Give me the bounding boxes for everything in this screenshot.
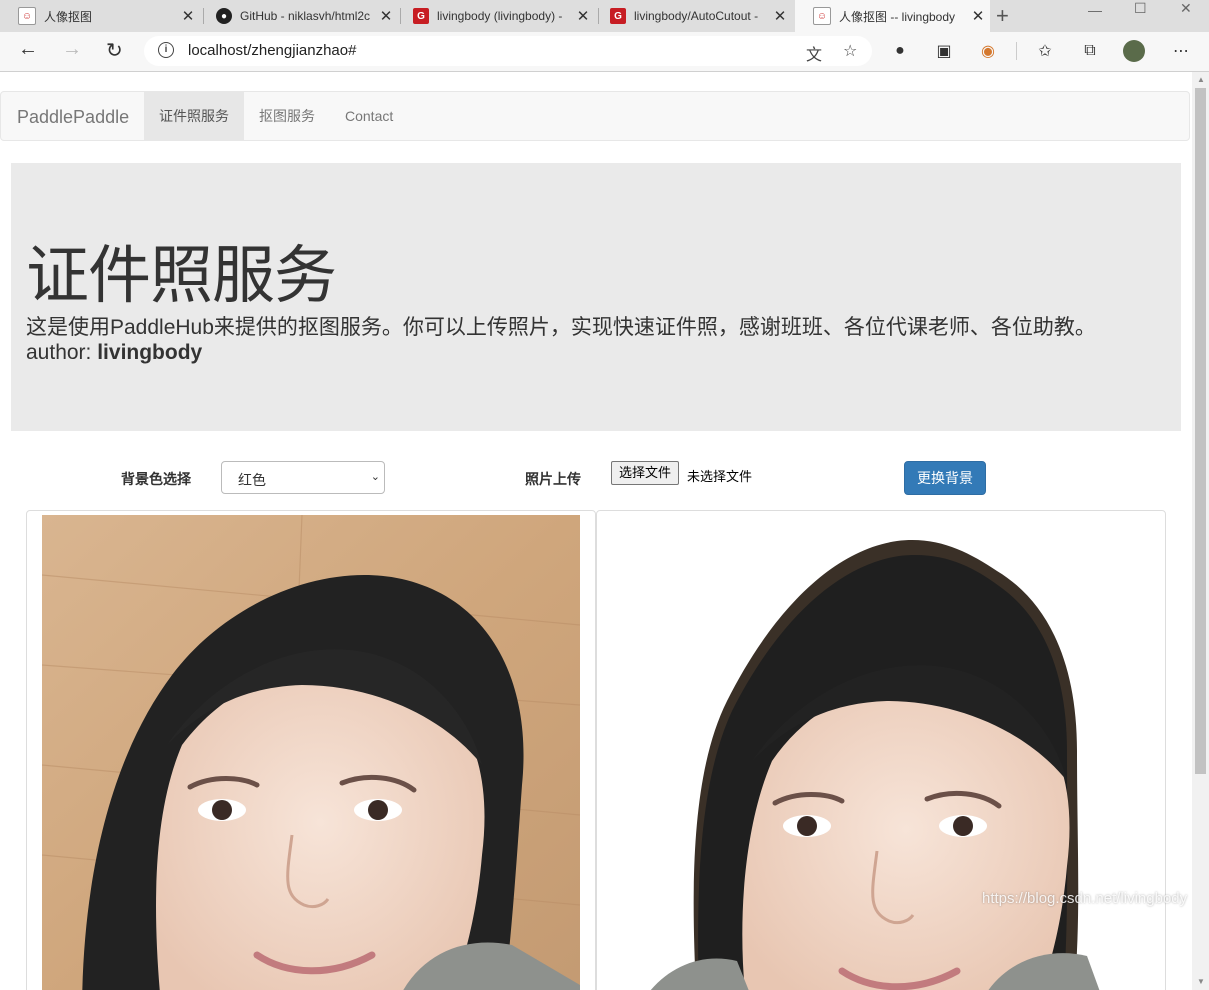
nav-link-cutout[interactable]: 抠图服务: [244, 92, 330, 140]
info-icon[interactable]: i: [158, 42, 174, 58]
address-bar: ← → ↻ i localhost/zhengjianzhao# 文 ☆ ● ▣…: [0, 32, 1209, 72]
url-field[interactable]: i localhost/zhengjianzhao# 文 ☆: [144, 36, 872, 66]
back-arrow-icon[interactable]: ←: [18, 38, 38, 61]
result-photo-panel: [596, 510, 1166, 990]
favorites-icon[interactable]: ✩: [1034, 40, 1056, 62]
toolbar-divider: [1016, 42, 1017, 60]
tab-title: 人像抠图 -- livingbody: [839, 9, 956, 24]
tiger-extension-icon[interactable]: ◉: [977, 40, 999, 62]
tab-close-icon[interactable]: ✕: [768, 7, 792, 25]
scroll-thumb[interactable]: [1195, 88, 1206, 774]
gitee-favicon-icon: G: [610, 8, 626, 24]
browser-tab[interactable]: ● GitHub - niklasvh/html2c ✕: [198, 0, 398, 32]
reload-icon[interactable]: ↻: [106, 38, 123, 63]
bg-color-label: 背景色选择: [121, 471, 191, 487]
original-photo: [42, 515, 580, 990]
collections-icon[interactable]: ⧉: [1079, 40, 1101, 62]
nav-link-id-photo[interactable]: 证件照服务: [144, 92, 244, 140]
page-viewport: PaddlePaddle 证件照服务 抠图服务 Contact 证件照服务 这是…: [0, 72, 1192, 990]
doll-favicon-icon: ☺: [813, 7, 831, 25]
chevron-down-icon: ⌄: [370, 471, 380, 483]
original-photo-panel: [26, 510, 596, 990]
tab-title: GitHub - niklasvh/html2c: [240, 9, 371, 23]
tab-title: 人像抠图: [44, 9, 93, 24]
page-scrollbar[interactable]: ▲ ▼: [1192, 72, 1209, 990]
favorite-star-icon[interactable]: ☆: [843, 41, 857, 61]
more-menu-icon[interactable]: ⋯: [1170, 40, 1192, 62]
bg-color-select[interactable]: 红色 ⌄: [221, 461, 385, 494]
choose-file-button[interactable]: 选择文件: [611, 461, 680, 485]
tab-title: livingbody/AutoCutout -: [634, 9, 759, 23]
navbar-brand[interactable]: PaddlePaddle: [17, 107, 129, 128]
author-name: livingbody: [97, 341, 203, 364]
scroll-up-arrow-icon[interactable]: ▲: [1197, 75, 1205, 84]
browser-tab[interactable]: ☺ 人像抠图 ✕: [0, 0, 200, 32]
hero-description: 这是使用PaddleHub来提供的抠图服务。你可以上传照片，实现快速证件照，感谢…: [26, 316, 1096, 339]
tab-close-icon[interactable]: ✕: [966, 7, 990, 25]
github-extension-icon[interactable]: ●: [889, 40, 911, 62]
browser-tab-active[interactable]: ☺ 人像抠图 -- livingbody ✕: [795, 0, 990, 32]
gitee-favicon-icon: G: [413, 8, 429, 24]
site-navbar: PaddlePaddle 证件照服务 抠图服务 Contact: [0, 91, 1190, 141]
scroll-down-arrow-icon[interactable]: ▼: [1197, 977, 1205, 986]
forward-arrow-icon[interactable]: →: [62, 38, 82, 61]
new-tab-icon[interactable]: +: [996, 3, 1009, 29]
browser-tab[interactable]: G livingbody (livingbody) - ✕: [395, 0, 595, 32]
maximize-icon[interactable]: ☐: [1134, 0, 1147, 17]
file-status-text: 未选择文件: [687, 469, 753, 484]
github-favicon-icon: ●: [216, 8, 232, 24]
author-prefix: author:: [26, 341, 98, 364]
nav-link-contact[interactable]: Contact: [330, 92, 408, 140]
hero-author: author: livingbody: [26, 341, 202, 365]
bg-color-selected: 红色: [238, 472, 266, 488]
hero-jumbotron: 证件照服务 这是使用PaddleHub来提供的抠图服务。你可以上传照片，实现快速…: [11, 163, 1181, 431]
change-background-button[interactable]: 更换背景: [904, 461, 986, 495]
browser-tab-bar: ☺ 人像抠图 ✕ ● GitHub - niklasvh/html2c ✕ G …: [0, 0, 1209, 32]
page-title: 证件照服务: [26, 239, 337, 312]
tab-close-icon[interactable]: ✕: [176, 7, 200, 25]
browser-tab[interactable]: G livingbody/AutoCutout - ✕: [592, 0, 792, 32]
cutout-photo: [637, 531, 1117, 990]
doll-favicon-icon: ☺: [18, 7, 36, 25]
translate-icon[interactable]: 文: [806, 41, 822, 65]
profile-avatar[interactable]: [1123, 40, 1145, 62]
minimize-icon[interactable]: —: [1088, 2, 1102, 18]
upload-label: 照片上传: [525, 471, 581, 487]
octotree-extension-icon[interactable]: ▣: [933, 40, 955, 62]
tab-title: livingbody (livingbody) -: [437, 9, 563, 23]
url-text: localhost/zhengjianzhao#: [188, 42, 357, 59]
window-close-icon[interactable]: ✕: [1180, 0, 1192, 17]
csdn-watermark: https://blog.csdn.net/livingbody: [982, 890, 1188, 907]
